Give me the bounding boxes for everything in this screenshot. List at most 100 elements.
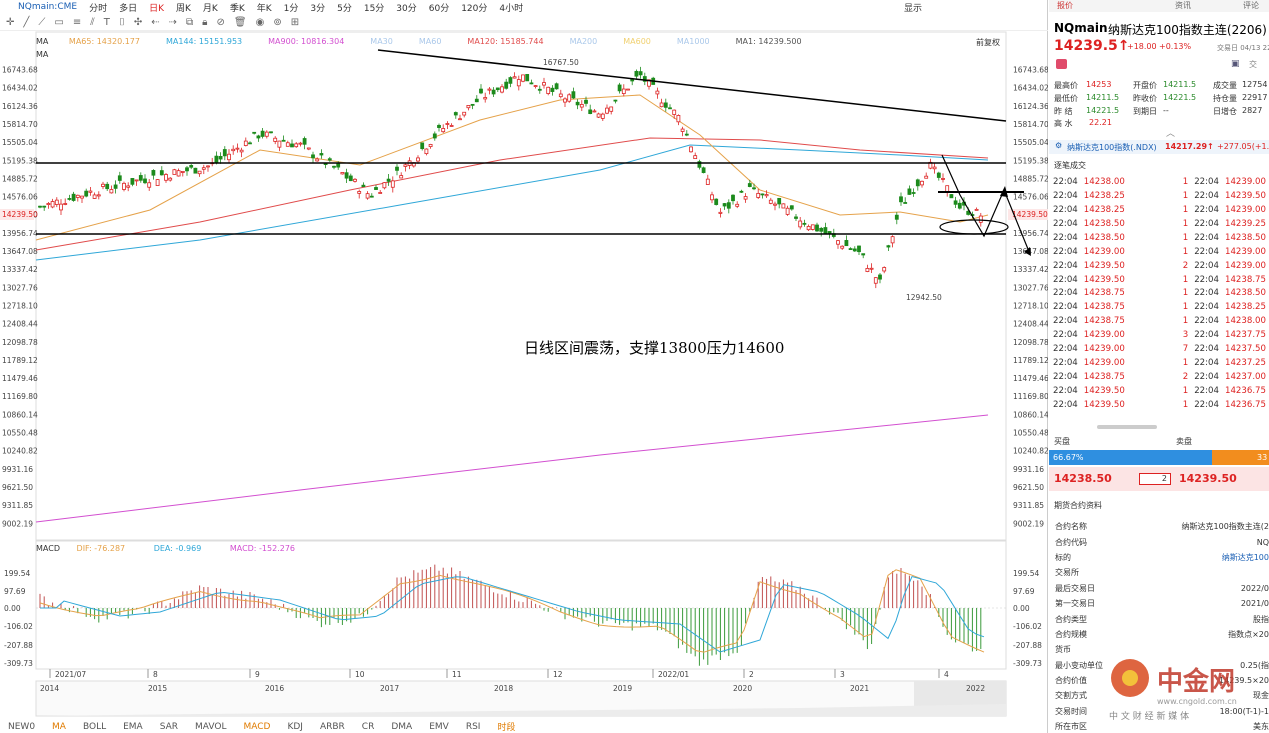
tab-comments[interactable]: 评论 [1243,0,1259,11]
candle-body [218,156,223,160]
info-title: 期货合约资料 [1054,501,1102,510]
indicator-tab-时段[interactable]: 时段 [497,720,515,733]
indicator-tab-kdj[interactable]: KDJ [287,722,303,732]
candle-body [806,226,811,231]
xaxis-year-label: 2017 [380,684,399,693]
indicator-tab-boll[interactable]: BOLL [83,722,106,732]
watermark: 中金网 www.cngold.com.cn 中 文 财 经 新 媒 体 [1109,655,1269,725]
candle-body [516,79,521,87]
favorite-icon[interactable] [1056,59,1067,69]
candle-body [453,112,458,116]
tab-news[interactable]: 资讯 [1175,0,1191,11]
trade-qty: 1 [1182,204,1189,215]
candle-body [789,205,794,210]
trade-price-2: 14237.25 [1224,358,1266,369]
candle-body [668,107,672,110]
yaxis-right-label: 9621.50 [1013,483,1044,492]
candle-body [88,190,93,193]
price-pct: +0.13% [1159,42,1192,51]
candle-body [932,166,937,170]
candle-body [239,149,244,153]
trade-price: 14238.00 [1083,176,1125,187]
yaxis-left-label: 10550.48 [2,429,38,438]
indicator-tab-ema[interactable]: EMA [123,722,143,732]
info-value: 纳斯达克100指数主连(2 [1181,522,1269,532]
candle-body [529,82,534,85]
indicator-tab-macd[interactable]: MACD [243,722,270,732]
yaxis-left-label: 9002.19 [2,519,33,528]
trade-time: 22:04 [1053,246,1078,257]
kline-chart[interactable]: 16743.68 16743.68 16434.02 16434.02 16124.36… [0,0,1048,720]
indicator-tab-dma[interactable]: DMA [391,722,412,732]
scrollbar[interactable] [1097,425,1157,429]
trade-row: 22:04 14239.50 1 22:04 14238.75 [1050,273,1269,287]
yaxis-right-label: 15505.04 [1013,138,1048,147]
stat-2-1: 14221.5 [1086,106,1120,115]
candle-body [470,103,475,106]
info-row: 合约规模 指数点×20 [1055,627,1269,642]
candle-body [911,192,916,194]
indicator-tab-emv[interactable]: EMV [429,722,449,732]
candle-body [294,143,299,148]
stat-0-1: 14253 [1086,80,1112,89]
candle-body [474,98,479,103]
tab-quote[interactable]: 报价 [1057,0,1073,11]
indicator-tab-ma[interactable]: MA [52,722,66,732]
indicator-tab-rsi[interactable]: RSI [466,722,481,732]
collapse-icon[interactable]: ︿ [1166,126,1175,139]
trade-time-2: 22:04 [1194,218,1219,229]
candle-body [777,197,782,205]
candle-body [705,178,710,185]
candle-body [445,123,450,125]
trade-price: 14239.00 [1083,358,1125,369]
candle-body [243,140,248,146]
trade-row: 22:04 14239.00 1 22:04 14237.25 [1050,356,1269,370]
candle-body [483,97,488,100]
candle-body [273,137,278,142]
candle-body [269,131,273,134]
candle-body [739,190,744,193]
macd-label[interactable]: MACD [36,544,60,553]
macd-yaxis-left-label: -207.88 [4,641,33,650]
xaxis-year-label: 2014 [40,684,59,693]
macd-yaxis-label: -309.73 [1013,659,1042,668]
price-tag-left-text: 14239.50 [2,210,38,219]
macd-yaxis-label: 97.69 [1013,587,1035,596]
indicator-tab-mavol[interactable]: MAVOL [195,722,226,732]
indicator-tab-arbr[interactable]: ARBR [320,722,345,732]
candle-body [143,178,147,184]
candle-body [189,165,194,168]
candle-body [563,98,567,103]
candle-body [857,245,861,253]
trade-price-2: 14239.00 [1224,260,1266,271]
indicator-tab-new0[interactable]: NEW0 [8,722,35,732]
yaxis-right-label: 10860.14 [1013,410,1048,419]
indicator-tab-cr[interactable]: CR [362,722,375,732]
trade-time: 22:04 [1053,260,1078,271]
trade-qty: 1 [1182,288,1189,299]
candle-body [281,139,286,142]
candle-body [285,142,290,147]
info-key: 合约规模 [1055,629,1087,639]
candle-body [558,93,563,98]
candle-body [172,169,177,175]
trade-qty: 3 [1182,330,1189,341]
candle-body [260,130,265,137]
sell-button-small[interactable]: 交 [1249,59,1257,70]
ma900-line [35,414,989,523]
yaxis-left-label: 13956.74 [2,229,38,238]
candle-body [957,202,962,209]
alert-icon[interactable]: ▣ [1231,59,1240,69]
trade-row: 22:04 14239.00 1 22:04 14239.00 [1050,245,1269,259]
yaxis-right-label: 11169.80 [1013,392,1048,401]
trade-row: 22:04 14238.25 1 22:04 14239.00 [1050,203,1269,217]
candle-body [500,86,504,93]
yaxis-left-label: 15195.38 [2,156,38,165]
candle-body [222,149,227,157]
candle-body [332,165,336,168]
candle-body [130,178,135,185]
indicator-tab-sar[interactable]: SAR [160,722,178,732]
candle-body [147,182,152,188]
candle-body [941,178,945,180]
candle-body [231,148,236,152]
